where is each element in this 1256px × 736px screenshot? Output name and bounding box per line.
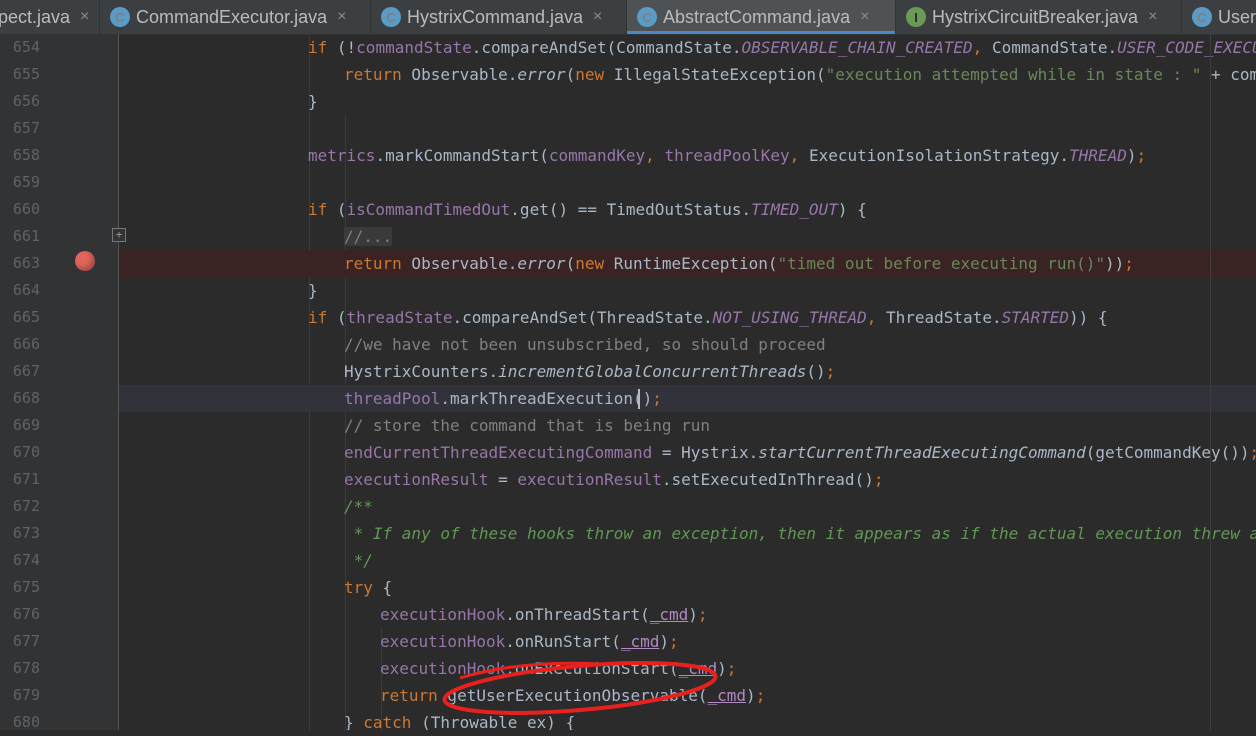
line-number: 669	[12, 416, 40, 434]
code-line[interactable]: * If any of these hooks throw an excepti…	[119, 520, 1256, 547]
line-number: 663	[12, 254, 40, 272]
code-line-current[interactable]: threadPool.markThreadExecution();	[119, 385, 1256, 412]
code-line[interactable]: return getUserExecutionObservable(_cmd);	[119, 682, 1256, 709]
code-line[interactable]	[119, 115, 1256, 142]
close-icon[interactable]: ×	[1148, 8, 1157, 26]
line-number: 655	[12, 65, 40, 83]
tab-user[interactable]: C User	[1182, 0, 1256, 34]
tab-abstract-command[interactable]: C AbstractCommand.java ×	[627, 0, 896, 34]
editor-gutter[interactable]: 654 655 656 657 658 659 660 661 663 664 …	[0, 34, 119, 731]
tab-label: HystrixCircuitBreaker.java	[932, 6, 1139, 27]
line-number: 678	[12, 659, 40, 677]
line-number: 656	[12, 92, 40, 110]
code-line[interactable]: //we have not been unsubscribed, so shou…	[119, 331, 1256, 358]
editor-tab-bar: pect.java × C CommandExecutor.java × C H…	[0, 0, 1256, 35]
line-number: 664	[12, 281, 40, 299]
right-margin-guide	[1210, 34, 1211, 730]
code-line[interactable]: if (threadState.compareAndSet(ThreadStat…	[119, 304, 1256, 331]
tab-hystrix-command[interactable]: C HystrixCommand.java ×	[371, 0, 627, 34]
code-line[interactable]: }	[119, 277, 1256, 304]
tab-label: HystrixCommand.java	[407, 6, 584, 27]
breakpoint-icon[interactable]	[75, 251, 95, 271]
line-number: 665	[12, 308, 40, 326]
code-line-breakpoint[interactable]: return Observable.error(new RuntimeExcep…	[119, 250, 1256, 277]
close-icon[interactable]: ×	[337, 8, 346, 26]
code-line[interactable]: if (isCommandTimedOut.get() == TimedOutS…	[119, 196, 1256, 223]
code-line[interactable]: executionHook.onRunStart(_cmd);	[119, 628, 1256, 655]
line-number: 667	[12, 362, 40, 380]
line-number: 660	[12, 200, 40, 218]
line-number: 654	[12, 38, 40, 56]
line-number: 675	[12, 578, 40, 596]
tab-command-executor[interactable]: C CommandExecutor.java ×	[100, 0, 371, 34]
code-line[interactable]: endCurrentThreadExecutingCommand = Hystr…	[119, 439, 1256, 466]
tab-label: User	[1218, 6, 1256, 27]
code-line[interactable]: //...	[119, 223, 1256, 250]
line-number: 659	[12, 173, 40, 191]
code-line[interactable]: /**	[119, 493, 1256, 520]
class-icon: C	[110, 7, 130, 27]
code-line[interactable]	[119, 169, 1256, 196]
code-line[interactable]: if (!commandState.compareAndSet(CommandS…	[119, 34, 1256, 61]
class-icon: C	[1192, 7, 1212, 27]
line-number: 657	[12, 119, 40, 137]
line-number: 680	[12, 713, 40, 731]
code-line[interactable]: return Observable.error(new IllegalState…	[119, 61, 1256, 88]
code-line[interactable]: // store the command that is being run	[119, 412, 1256, 439]
code-line[interactable]: } catch (Throwable ex) {	[119, 709, 1256, 730]
code-line[interactable]: executionHook.onThreadStart(_cmd);	[119, 601, 1256, 628]
tab-label: pect.java	[0, 6, 71, 27]
code-line[interactable]: try {	[119, 574, 1256, 601]
tab-aspect-java[interactable]: pect.java ×	[0, 0, 100, 34]
line-number: 661	[12, 227, 40, 245]
code-line[interactable]: executionHook.onExecutionStart(_cmd);	[119, 655, 1256, 682]
close-icon[interactable]: ×	[80, 8, 89, 26]
tab-label: AbstractCommand.java	[663, 6, 851, 27]
line-number: 676	[12, 605, 40, 623]
line-number: 658	[12, 146, 40, 164]
class-icon: C	[381, 7, 401, 27]
code-editor[interactable]: if (!commandState.compareAndSet(CommandS…	[119, 34, 1256, 730]
line-number: 666	[12, 335, 40, 353]
close-icon[interactable]: ×	[860, 8, 869, 26]
close-icon[interactable]: ×	[593, 8, 602, 26]
line-number: 677	[12, 632, 40, 650]
interface-icon: I	[906, 7, 926, 27]
code-line[interactable]: metrics.markCommandStart(commandKey, thr…	[119, 142, 1256, 169]
code-line[interactable]: */	[119, 547, 1256, 574]
line-number: 670	[12, 443, 40, 461]
code-line[interactable]: executionResult = executionResult.setExe…	[119, 466, 1256, 493]
line-number: 671	[12, 470, 40, 488]
tab-hystrix-circuit-breaker[interactable]: I HystrixCircuitBreaker.java ×	[896, 0, 1182, 34]
text-caret	[638, 389, 640, 409]
line-number: 672	[12, 497, 40, 515]
line-number: 673	[12, 524, 40, 542]
line-number: 674	[12, 551, 40, 569]
code-line[interactable]: }	[119, 88, 1256, 115]
code-line[interactable]: HystrixCounters.incrementGlobalConcurren…	[119, 358, 1256, 385]
line-number: 668	[12, 389, 40, 407]
class-icon: C	[637, 7, 657, 27]
tab-label: CommandExecutor.java	[136, 6, 328, 27]
line-number: 679	[12, 686, 40, 704]
